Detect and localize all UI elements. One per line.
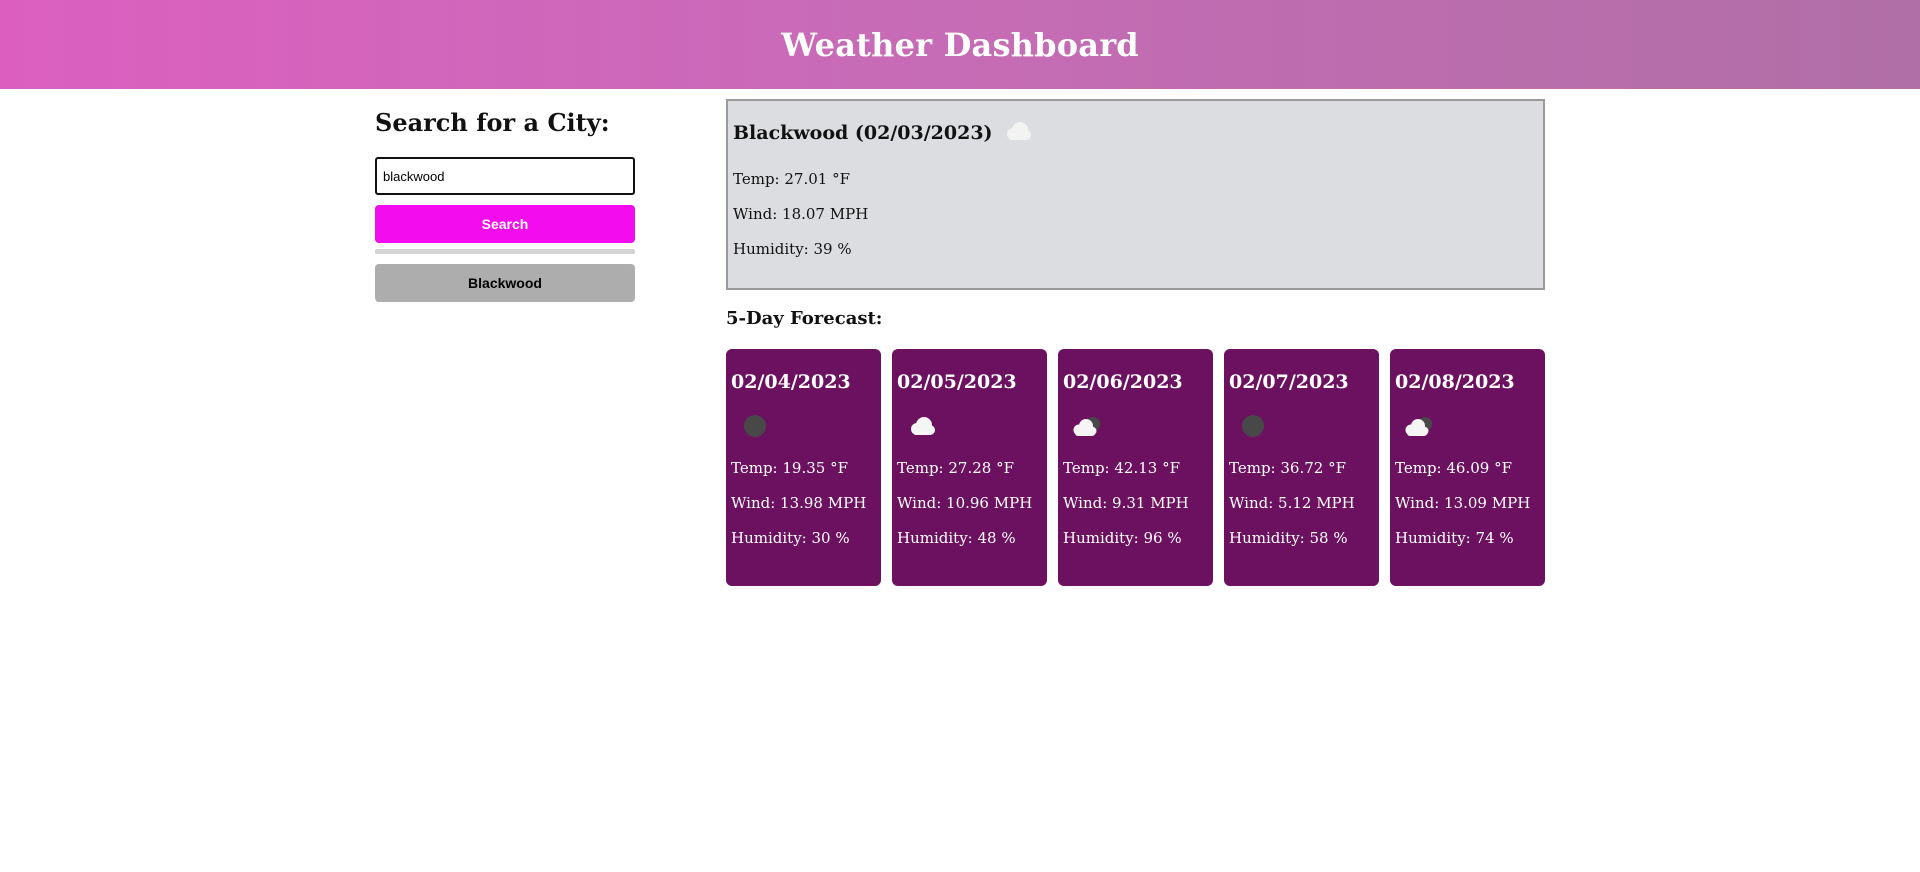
forecast-humidity: Humidity: 30 %: [731, 529, 850, 547]
search-panel: Search for a City: Search Blackwood: [375, 108, 635, 302]
forecast-card: 02/08/2023 Temp: 46.09 °F Wind: 13.09 MP…: [1390, 349, 1545, 586]
forecast-date: 02/04/2023: [731, 371, 851, 393]
forecast-card: 02/04/2023 Temp: 19.35 °F Wind: 13.98 MP…: [726, 349, 881, 586]
forecast-date: 02/06/2023: [1063, 371, 1183, 393]
forecast-temp: Temp: 36.72 °F: [1229, 459, 1346, 477]
forecast-temp: Temp: 19.35 °F: [731, 459, 848, 477]
forecast-humidity: Humidity: 96 %: [1063, 529, 1182, 547]
forecast-humidity: Humidity: 58 %: [1229, 529, 1348, 547]
current-city-title: Blackwood (02/03/2023): [733, 122, 993, 144]
forecast-humidity: Humidity: 74 %: [1395, 529, 1514, 547]
cloudy-night-icon: [1401, 413, 1437, 443]
search-divider: [375, 249, 635, 254]
forecast-date: 02/05/2023: [897, 371, 1017, 393]
search-button[interactable]: Search: [375, 205, 635, 243]
current-weather-panel: Blackwood (02/03/2023) Temp: 27.01 °F Wi…: [726, 99, 1545, 290]
current-humidity: Humidity: 39 %: [733, 240, 852, 258]
cloud-icon: [1001, 119, 1035, 147]
forecast-humidity: Humidity: 48 %: [897, 529, 1016, 547]
forecast-temp: Temp: 46.09 °F: [1395, 459, 1512, 477]
forecast-card: 02/07/2023 Temp: 36.72 °F Wind: 5.12 MPH…: [1224, 349, 1379, 586]
forecast-heading: 5-Day Forecast:: [726, 308, 883, 329]
forecast-date: 02/07/2023: [1229, 371, 1349, 393]
forecast-wind: Wind: 5.12 MPH: [1229, 494, 1355, 512]
history-button-blackwood[interactable]: Blackwood: [375, 264, 635, 302]
forecast-cards: 02/04/2023 Temp: 19.35 °F Wind: 13.98 MP…: [726, 349, 1545, 586]
cloudy-night-icon: [1069, 413, 1105, 443]
page-title: Weather Dashboard: [781, 25, 1139, 64]
forecast-wind: Wind: 9.31 MPH: [1063, 494, 1189, 512]
app-header: Weather Dashboard: [0, 0, 1920, 89]
forecast-card: 02/06/2023 Temp: 42.13 °F Wind: 9.31 MPH…: [1058, 349, 1213, 586]
forecast-card: 02/05/2023 Temp: 27.28 °F Wind: 10.96 MP…: [892, 349, 1047, 586]
current-wind: Wind: 18.07 MPH: [733, 205, 869, 223]
city-search-input[interactable]: [375, 157, 635, 195]
moon-icon: [1239, 411, 1269, 445]
moon-icon: [741, 411, 771, 445]
cloud-icon: [905, 414, 939, 442]
forecast-temp: Temp: 27.28 °F: [897, 459, 1014, 477]
forecast-wind: Wind: 10.96 MPH: [897, 494, 1033, 512]
forecast-wind: Wind: 13.09 MPH: [1395, 494, 1531, 512]
search-heading: Search for a City:: [375, 108, 610, 137]
forecast-wind: Wind: 13.98 MPH: [731, 494, 867, 512]
forecast-temp: Temp: 42.13 °F: [1063, 459, 1180, 477]
current-temp: Temp: 27.01 °F: [733, 170, 850, 188]
forecast-date: 02/08/2023: [1395, 371, 1515, 393]
